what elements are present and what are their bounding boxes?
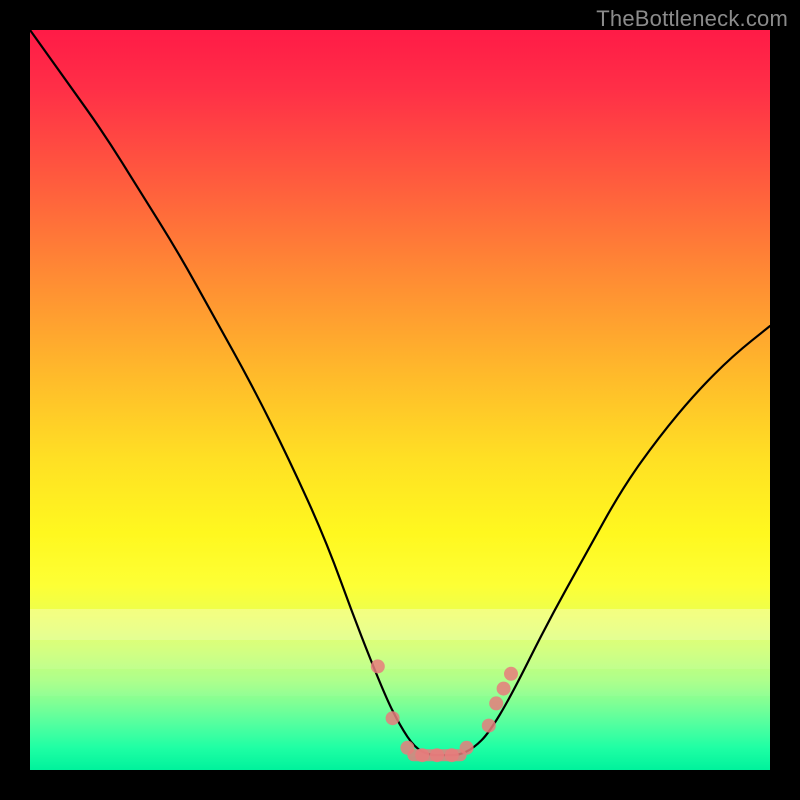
- outer-frame: TheBottleneck.com: [0, 0, 800, 800]
- curve-marker: [400, 741, 414, 755]
- curve-layer: [30, 30, 770, 770]
- watermark-text: TheBottleneck.com: [596, 6, 788, 32]
- plot-area: [30, 30, 770, 770]
- curve-marker: [415, 748, 429, 762]
- curve-marker: [445, 748, 459, 762]
- curve-marker: [371, 659, 385, 673]
- bottleneck-curve: [30, 30, 770, 755]
- curve-marker: [489, 696, 503, 710]
- curve-marker: [460, 741, 474, 755]
- curve-marker: [504, 667, 518, 681]
- curve-marker: [497, 682, 511, 696]
- curve-marker: [386, 711, 400, 725]
- curve-marker: [430, 748, 444, 762]
- curve-marker: [482, 719, 496, 733]
